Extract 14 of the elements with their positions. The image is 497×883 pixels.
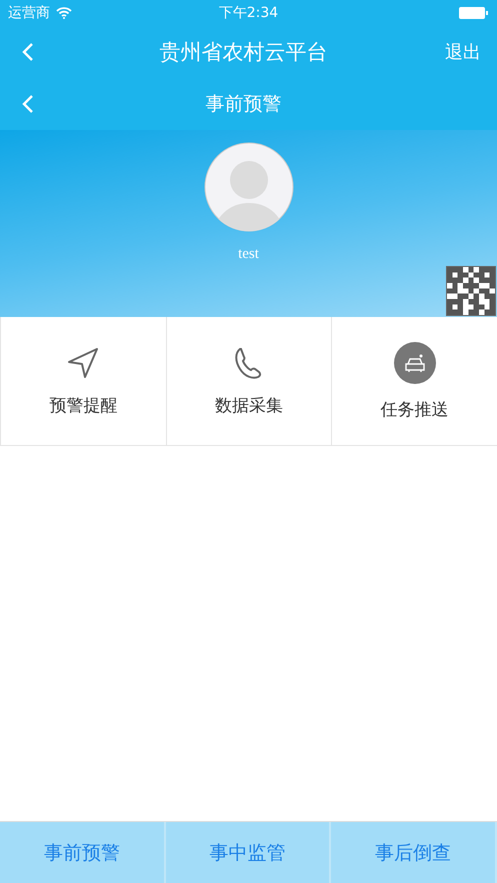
status-time: 下午2:34 xyxy=(218,4,278,22)
battery-icon xyxy=(459,7,489,19)
app-title: 贵州省农村云平台 xyxy=(158,39,328,66)
back-icon xyxy=(22,94,34,114)
avatar-icon xyxy=(204,142,294,232)
car-icon xyxy=(394,342,436,384)
send-icon xyxy=(66,346,100,380)
wifi-icon xyxy=(56,7,72,19)
page-title: 事前预警 xyxy=(204,92,282,117)
back-icon xyxy=(22,42,34,62)
qr-code-icon[interactable] xyxy=(446,266,496,316)
logout-button[interactable]: 退出 xyxy=(441,36,485,68)
carrier-name: 运营商 xyxy=(8,4,50,22)
username: test xyxy=(238,246,259,263)
